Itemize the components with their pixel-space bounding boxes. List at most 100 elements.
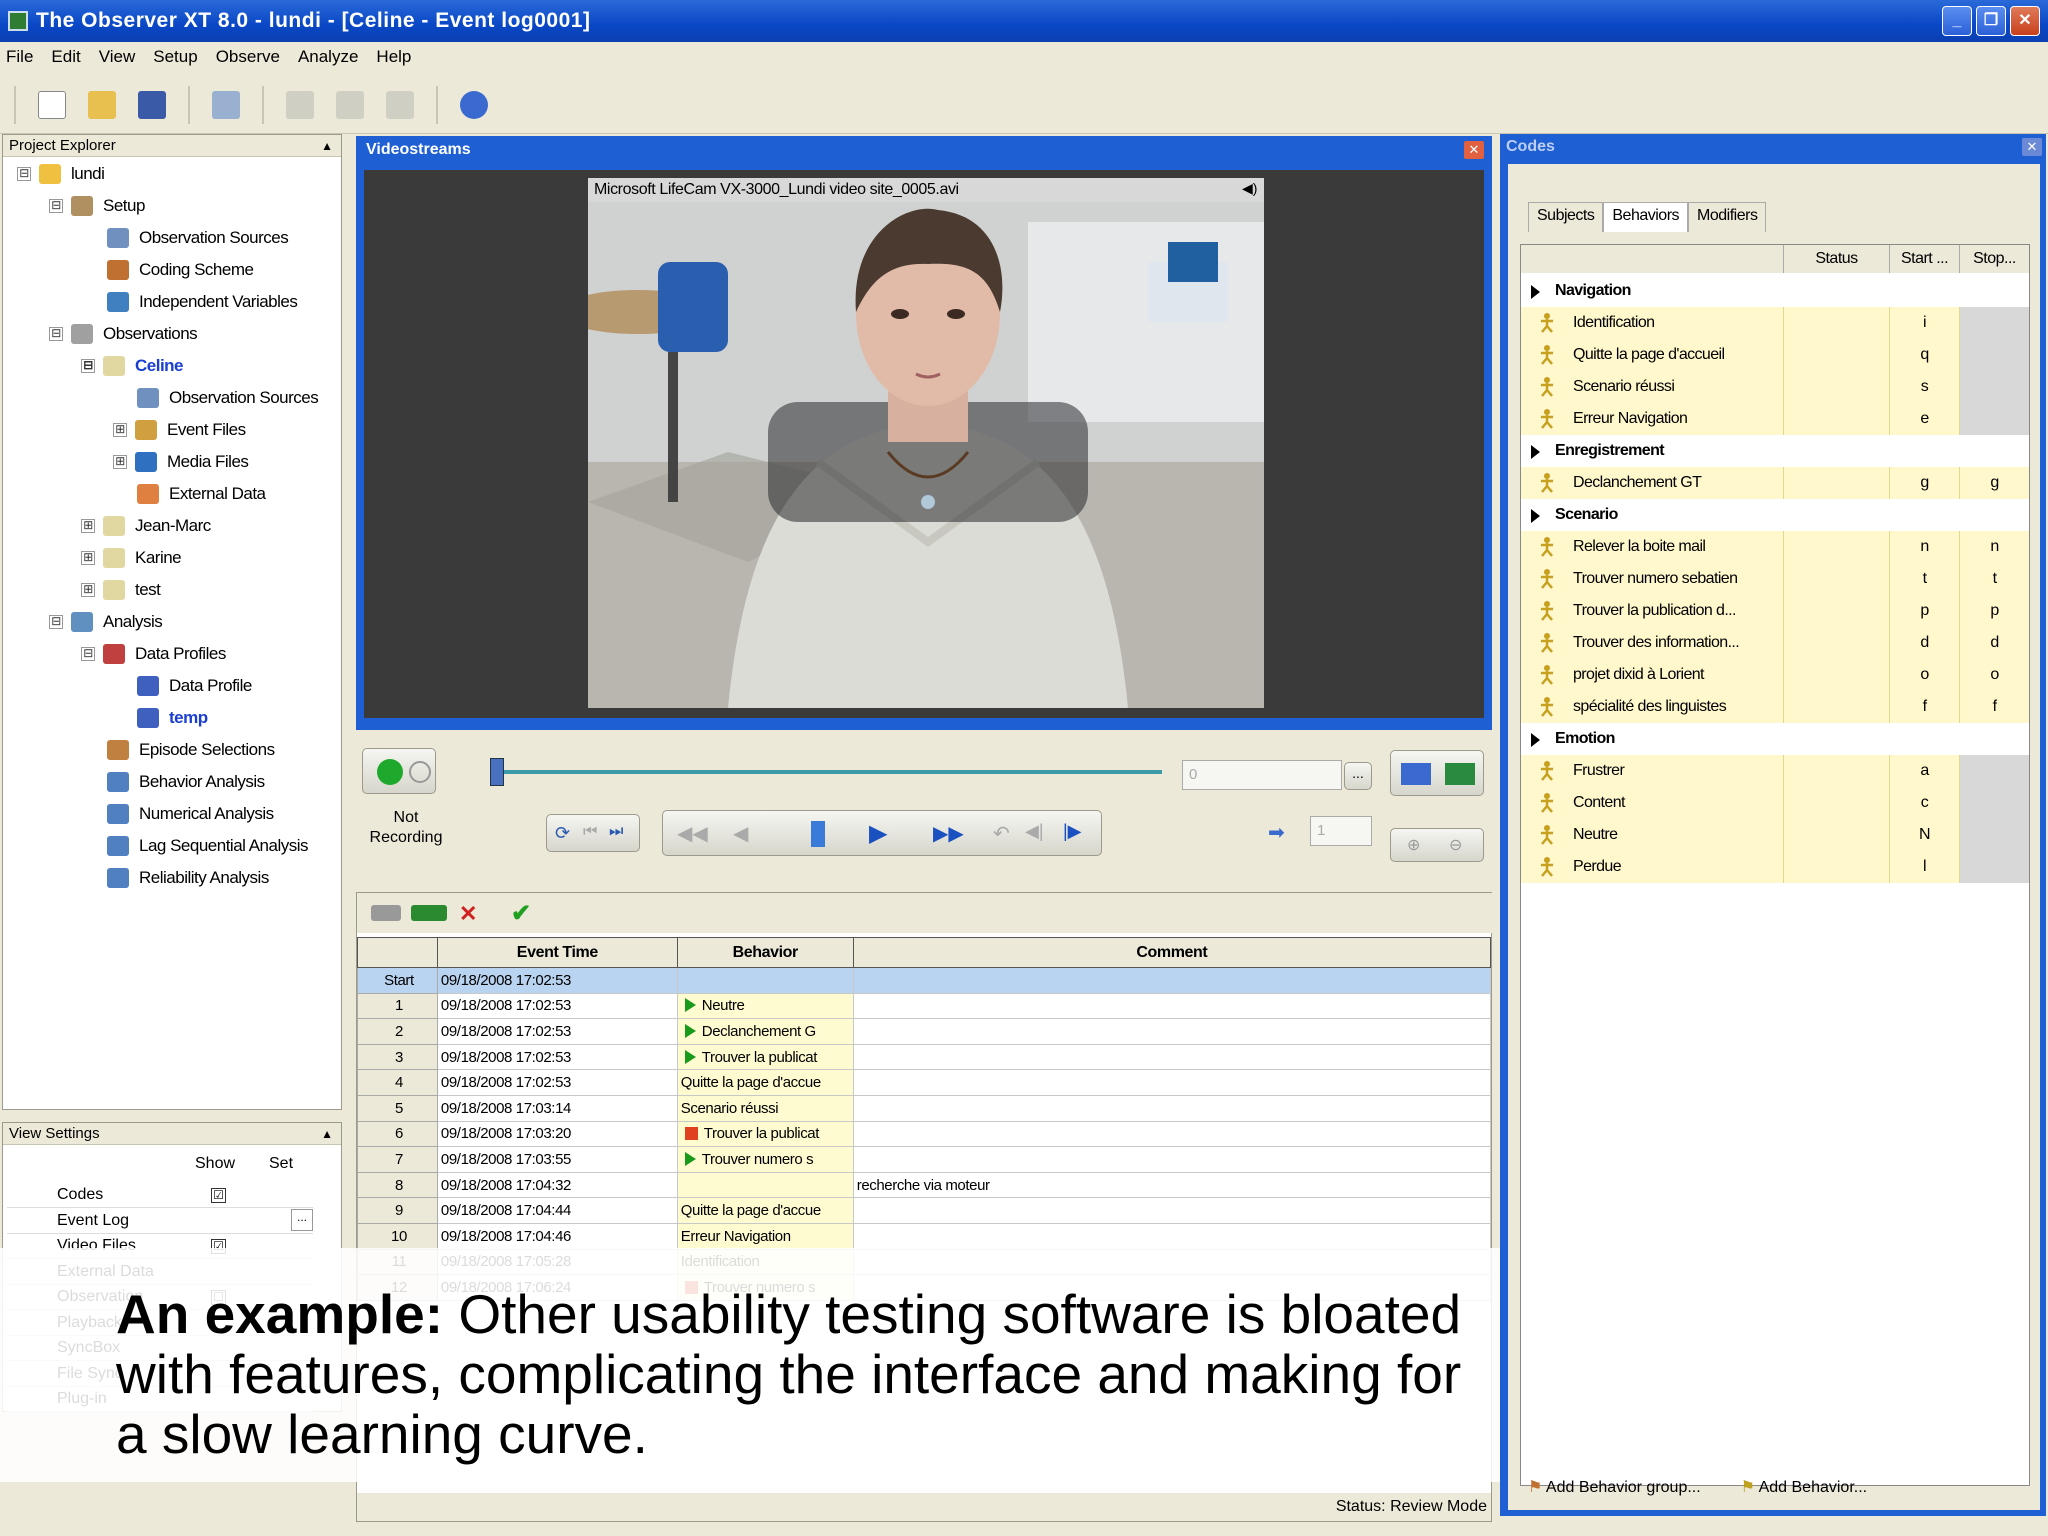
event-time-cell[interactable]: 09/18/2008 17:02:53 bbox=[436, 992, 678, 1020]
event-time-cell[interactable]: 09/18/2008 17:02:53 bbox=[436, 1069, 678, 1096]
behavior-row[interactable]: Perdue l bbox=[1521, 851, 2029, 883]
add-behavior-group-button[interactable]: ⚑ Add Behavior group... bbox=[1528, 1477, 1701, 1497]
tree-item[interactable]: Observation Sources bbox=[107, 223, 289, 253]
menu-observe[interactable]: Observe bbox=[216, 47, 280, 67]
paste-icon[interactable] bbox=[386, 90, 414, 119]
behavior-row[interactable]: Trouver numero sebatien t t bbox=[1521, 563, 2029, 595]
start-key-cell[interactable]: N bbox=[1889, 819, 1959, 851]
behavior-cell[interactable] bbox=[676, 967, 854, 994]
expand-triangle-icon[interactable] bbox=[1531, 509, 1540, 523]
tree-item[interactable]: Episode Selections bbox=[107, 735, 275, 765]
open-icon[interactable] bbox=[88, 90, 116, 119]
behavior-row[interactable]: Trouver la publication d... p p bbox=[1521, 595, 2029, 627]
new-icon[interactable] bbox=[38, 90, 66, 119]
table-row[interactable]: 9 09/18/2008 17:04:44 Quitte la page d'acc… bbox=[357, 1197, 1492, 1224]
behavior-group-row[interactable]: Enregistrement bbox=[1521, 435, 2029, 467]
expander-icon[interactable]: ⊞ bbox=[113, 423, 127, 437]
tree-item[interactable]: Data Profile bbox=[137, 671, 252, 701]
tree-item[interactable]: ⊟ lundi bbox=[17, 159, 105, 189]
start-key-cell[interactable]: l bbox=[1889, 851, 1959, 883]
start-key-cell[interactable]: c bbox=[1889, 787, 1959, 819]
close-button[interactable]: ✕ bbox=[2010, 6, 2040, 36]
comment-cell[interactable] bbox=[852, 1094, 1492, 1122]
col-event-time[interactable]: Event Time bbox=[436, 937, 678, 968]
behavior-row[interactable]: Scenario réussi s bbox=[1521, 371, 2029, 403]
row-index[interactable]: 8 bbox=[357, 1171, 438, 1199]
behavior-row[interactable]: Neutre N bbox=[1521, 819, 2029, 851]
play-icon[interactable]: ▶ bbox=[869, 819, 887, 848]
table-row[interactable]: 4 09/18/2008 17:02:53 Quitte la page d'acc… bbox=[357, 1069, 1492, 1096]
behavior-row[interactable]: projet dixid à Lorient o o bbox=[1521, 659, 2029, 691]
frame-forward-icon[interactable]: |▶ bbox=[1063, 821, 1082, 842]
behavior-row[interactable]: Declanchement GT g g bbox=[1521, 467, 2029, 499]
comment-cell[interactable] bbox=[852, 1146, 1492, 1173]
close-icon[interactable]: ✕ bbox=[2022, 138, 2042, 156]
pause-icon[interactable] bbox=[811, 821, 825, 847]
behavior-cell[interactable]: Neutre bbox=[676, 992, 854, 1020]
comment-cell[interactable] bbox=[852, 1197, 1492, 1224]
tree-item[interactable]: Observation Sources bbox=[137, 383, 319, 413]
behavior-row[interactable]: Erreur Navigation e bbox=[1521, 403, 2029, 435]
behavior-cell[interactable]: Trouver la publicat bbox=[676, 1120, 854, 1148]
menu-analyze[interactable]: Analyze bbox=[298, 47, 358, 67]
menu-setup[interactable]: Setup bbox=[153, 47, 197, 67]
tree-item[interactable]: ⊟ Data Profiles bbox=[81, 639, 226, 669]
event-time-cell[interactable]: 09/18/2008 17:04:32 bbox=[436, 1171, 678, 1199]
row-index[interactable]: Start bbox=[357, 967, 438, 994]
tree-item[interactable]: temp bbox=[137, 703, 208, 733]
behavior-row[interactable]: Content c bbox=[1521, 787, 2029, 819]
help-icon[interactable] bbox=[460, 90, 488, 119]
tree-item[interactable]: Behavior Analysis bbox=[107, 767, 265, 797]
tab-modifiers[interactable]: Modifiers bbox=[1688, 202, 1767, 232]
stop-key-cell[interactable] bbox=[1959, 851, 2029, 883]
stop-key-cell[interactable] bbox=[1959, 403, 2029, 435]
tree-item[interactable]: ⊟ Celine bbox=[81, 351, 184, 381]
tab-behaviors[interactable]: Behaviors bbox=[1603, 202, 1689, 232]
col-stop[interactable]: Stop... bbox=[1959, 245, 2029, 273]
comment-cell[interactable] bbox=[852, 1043, 1492, 1071]
video-frame[interactable] bbox=[588, 202, 1264, 708]
event-time-cell[interactable]: 09/18/2008 17:04:44 bbox=[436, 1197, 678, 1224]
behavior-group-row[interactable]: Scenario bbox=[1521, 499, 2029, 531]
stop-key-cell[interactable] bbox=[1959, 371, 2029, 403]
table-row[interactable]: 7 09/18/2008 17:03:55 Trouver numero s bbox=[357, 1146, 1492, 1173]
behavior-cell[interactable]: Quitte la page d'accue bbox=[676, 1069, 854, 1096]
expander-icon[interactable]: ⊟ bbox=[81, 647, 95, 661]
start-key-cell[interactable]: a bbox=[1889, 755, 1959, 787]
table-row[interactable]: 2 09/18/2008 17:02:53 Declanchement G bbox=[357, 1018, 1492, 1045]
tree-item[interactable]: ⊞ Karine bbox=[81, 543, 182, 573]
event-time-cell[interactable]: 09/18/2008 17:03:14 bbox=[436, 1094, 678, 1122]
stop-key-cell[interactable] bbox=[1959, 339, 2029, 371]
save-icon[interactable] bbox=[138, 90, 166, 119]
start-key-cell[interactable]: d bbox=[1889, 627, 1959, 659]
comment-icon[interactable] bbox=[371, 905, 401, 921]
stop-key-cell[interactable]: p bbox=[1959, 595, 2029, 627]
sync-buttons[interactable] bbox=[1390, 750, 1484, 796]
start-key-cell[interactable]: e bbox=[1889, 403, 1959, 435]
start-key-cell[interactable]: n bbox=[1889, 531, 1959, 563]
comment-cell[interactable] bbox=[852, 1069, 1492, 1096]
stop-key-cell[interactable]: o bbox=[1959, 659, 2029, 691]
col-comment[interactable]: Comment bbox=[852, 937, 1492, 968]
expand-triangle-icon[interactable] bbox=[1531, 285, 1540, 299]
behavior-cell[interactable]: Scenario réussi bbox=[676, 1094, 854, 1122]
behavior-cell[interactable]: Erreur Navigation bbox=[676, 1222, 854, 1250]
seek-track[interactable] bbox=[490, 770, 1162, 774]
expander-icon[interactable]: ⊞ bbox=[81, 519, 95, 533]
comment-cell[interactable] bbox=[852, 1120, 1492, 1148]
tree-item[interactable]: ⊞ Jean-Marc bbox=[81, 511, 211, 541]
tree-item[interactable]: Independent Variables bbox=[107, 287, 298, 317]
record-button-group[interactable] bbox=[362, 748, 436, 794]
behavior-cell[interactable]: Declanchement G bbox=[676, 1018, 854, 1045]
stop-key-cell[interactable]: t bbox=[1959, 563, 2029, 595]
start-key-cell[interactable]: q bbox=[1889, 339, 1959, 371]
col-status[interactable]: Status bbox=[1783, 245, 1889, 273]
add-behavior-button[interactable]: ⚑ Add Behavior... bbox=[1741, 1477, 1867, 1497]
start-key-cell[interactable]: g bbox=[1889, 467, 1959, 499]
start-key-cell[interactable]: f bbox=[1889, 691, 1959, 723]
expand-triangle-icon[interactable] bbox=[1531, 733, 1540, 747]
stop-key-cell[interactable] bbox=[1959, 787, 2029, 819]
cut-icon[interactable] bbox=[286, 90, 314, 119]
speaker-icon[interactable]: ◀) bbox=[1242, 180, 1257, 197]
validate-icon[interactable]: ✔ bbox=[511, 899, 531, 928]
